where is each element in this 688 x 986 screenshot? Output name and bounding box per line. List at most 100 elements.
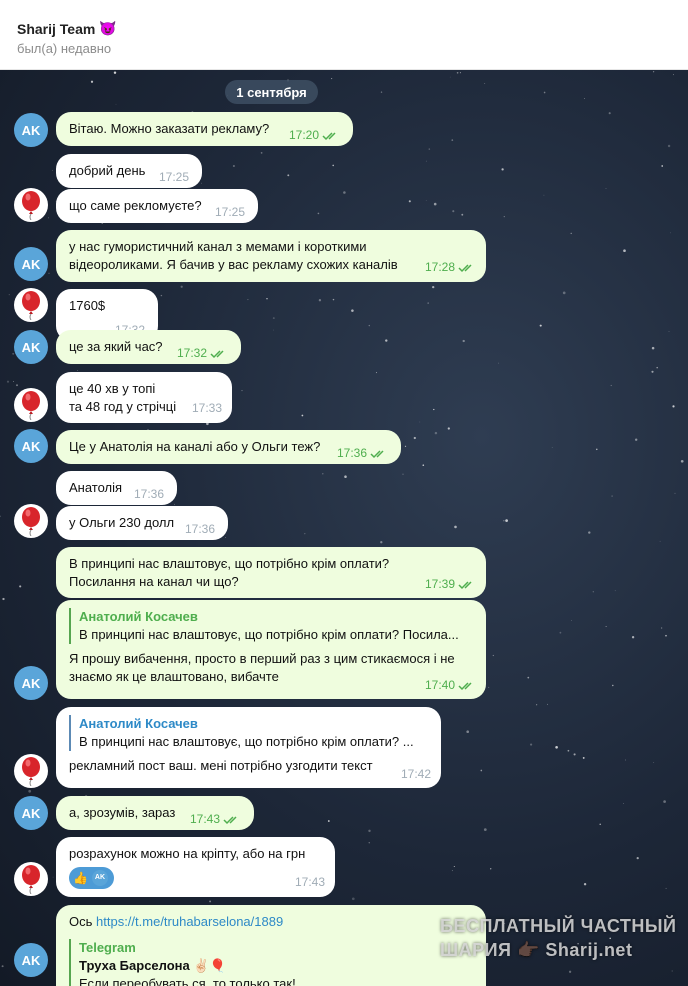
star — [427, 302, 429, 304]
star — [503, 216, 505, 218]
message-time: 17:36 — [336, 446, 367, 460]
star — [344, 475, 347, 478]
star — [652, 71, 655, 73]
message-bubble[interactable]: це 40 хв у топі та 48 год у стрічці 17:3… — [56, 372, 232, 423]
star — [530, 743, 533, 746]
message-bubble[interactable]: Це у Анатолія на каналі або у Ольги теж?… — [56, 430, 401, 464]
star — [551, 447, 553, 448]
message-text: Це у Анатолія на каналі або у Ольги теж? — [69, 439, 321, 454]
star — [351, 309, 354, 312]
message-text: рекламний пост ваш. мені потрібно узгоди… — [69, 758, 373, 773]
avatar-ak[interactable]: AK — [14, 247, 48, 281]
star — [501, 168, 504, 171]
star — [273, 329, 274, 331]
message-time: 17:40 — [424, 678, 455, 692]
star — [266, 298, 268, 300]
star — [2, 597, 5, 601]
star — [453, 865, 455, 868]
star — [428, 148, 431, 150]
avatar-ak[interactable]: AK — [14, 113, 48, 147]
star — [433, 202, 437, 206]
star — [659, 540, 661, 542]
avatar-ak[interactable]: AK — [14, 330, 48, 364]
star — [653, 762, 655, 764]
reply-quote[interactable]: Анатолий Косачев В принципі нас влаштову… — [69, 715, 428, 751]
star — [454, 525, 457, 529]
message-bubble[interactable]: Анатолий Косачев В принципі нас влаштову… — [56, 600, 486, 699]
message-bubble[interactable]: розрахунок можно на кріпту, або на грн 👍… — [56, 837, 335, 897]
avatar-ak[interactable]: AK — [14, 943, 48, 977]
reaction-chip[interactable]: 👍 AK — [69, 867, 114, 889]
star — [505, 519, 508, 522]
star — [651, 346, 655, 350]
message-text: Я прошу вибачення, просто в перший раз з… — [69, 651, 455, 684]
star — [539, 324, 542, 327]
star — [555, 745, 558, 749]
star — [452, 210, 455, 213]
chat-title-text: Sharij Team — [17, 20, 96, 37]
star — [671, 970, 673, 972]
star — [480, 769, 483, 772]
double-check-icon — [210, 350, 224, 358]
avatar-ak[interactable]: AK — [14, 796, 48, 830]
star — [636, 856, 639, 860]
star — [432, 285, 435, 289]
message-time: 17:25 — [214, 205, 245, 219]
message-bubble[interactable]: у Ольги 230 долл 17:36 — [56, 506, 228, 540]
reply-author: Анатолий Косачев — [79, 716, 198, 731]
message-text: Анатолія — [69, 480, 123, 495]
message-bubble[interactable]: Ось https://t.me/truhabarselona/1889 Tel… — [56, 905, 486, 986]
message-text: 1760$ — [69, 298, 106, 313]
star — [48, 217, 49, 219]
avatar-balloon[interactable] — [14, 754, 48, 788]
message-bubble[interactable]: у нас гумористичний канал з мемами і кор… — [56, 230, 486, 282]
star — [656, 366, 658, 369]
watermark-line1: БЕСПЛАТНЫЙ ЧАСТНЫЙ — [440, 916, 677, 936]
star — [51, 169, 53, 171]
message-time: 17:32 — [176, 346, 207, 360]
star — [503, 520, 505, 522]
star — [625, 759, 626, 761]
star — [247, 299, 249, 301]
star — [605, 187, 607, 189]
star — [661, 165, 664, 167]
avatar-ak[interactable]: AK — [14, 429, 48, 463]
message-link[interactable]: https://t.me/truhabarselona/1889 — [96, 914, 283, 929]
star — [623, 803, 624, 804]
message-bubble[interactable]: добрий день 17:25 — [56, 154, 202, 188]
star — [680, 459, 684, 463]
avatar-balloon[interactable] — [14, 504, 48, 538]
message-bubble[interactable]: це за який час? 17:32 — [56, 330, 241, 364]
message-bubble[interactable]: Анатолія 17:36 — [56, 471, 177, 505]
message-bubble[interactable]: а, зрозумів, зараз 17:43 — [56, 796, 254, 830]
star — [484, 82, 486, 84]
star — [456, 71, 459, 74]
message-text: добрий день — [69, 163, 146, 178]
star — [665, 634, 667, 637]
chat-header[interactable]: Sharij Team 😈 был(а) недавно — [0, 0, 688, 70]
message-bubble[interactable]: що саме рекломуєте? 17:25 — [56, 189, 258, 223]
star — [660, 627, 663, 629]
avatar-balloon[interactable] — [14, 388, 48, 422]
star — [425, 160, 427, 162]
star — [651, 370, 654, 373]
star — [368, 324, 370, 327]
avatar-balloon[interactable] — [14, 288, 48, 322]
message-bubble[interactable]: Вітаю. Можно заказати рекламу? 17:20 — [56, 112, 353, 146]
star — [6, 380, 10, 383]
star — [19, 585, 22, 588]
message-bubble[interactable]: В принципі нас влаштовує, що потрібно кр… — [56, 547, 486, 598]
star — [605, 626, 607, 628]
avatar-balloon[interactable] — [14, 862, 48, 896]
message-bubble[interactable]: Анатолий Косачев В принципі нас влаштову… — [56, 707, 441, 788]
message-area[interactable]: 1 сентября AK Вітаю. Можно заказати рекл… — [0, 70, 688, 986]
star — [582, 756, 585, 759]
avatar-balloon[interactable] — [14, 188, 48, 222]
star — [343, 191, 346, 194]
link-preview[interactable]: Telegram Труха Барселона ✌🏻🎈 Если переоб… — [69, 939, 473, 986]
star — [332, 164, 335, 167]
avatar-ak[interactable]: AK — [14, 666, 48, 700]
star — [573, 753, 576, 756]
double-check-icon — [458, 682, 472, 690]
reply-quote[interactable]: Анатолий Косачев В принципі нас влаштову… — [69, 608, 473, 644]
